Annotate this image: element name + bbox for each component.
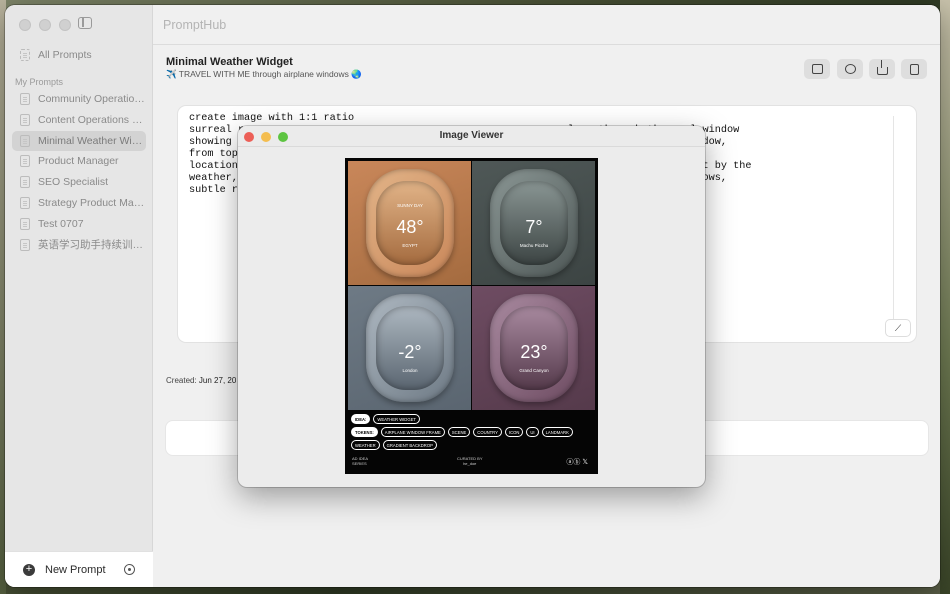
tag-heading: IDEA: [351,414,371,424]
document-icon [20,93,30,105]
sidebar-footer: + New Prompt [5,551,153,587]
minimize-button[interactable] [39,19,51,31]
airplane-window-frame: 23° Grand Canyon [490,294,578,402]
poster-tile: 48° EGYPT SUNNY DAY [348,161,471,285]
close-button[interactable] [19,19,31,31]
sidebar-item-prompt[interactable]: Strategy Product Man... [12,193,146,213]
grid-icon [20,49,30,61]
sidebar-item-label: Strategy Product Man... [38,197,146,209]
created-meta: Created: Jun 27, 20 [166,376,236,385]
sidebar-item-prompt[interactable]: Test 0707 [12,214,146,234]
image-viewer-window: Image Viewer 48° EGYPT SUNNY DAY 7° Machu Pi… [238,126,705,487]
location-text: London [402,368,418,373]
magic-wand-icon[interactable]: ⟋ [886,320,910,336]
tag-pill: ICON [504,427,524,437]
tag-pill: AIRPLANE WINDOW FRAME [380,427,445,437]
sidebar: All Prompts My Prompts Community Operati… [5,5,153,587]
window-scene: 48° EGYPT SUNNY DAY [376,181,444,265]
document-icon [20,197,30,209]
poster-tile: 7° Machu Picchu [472,161,595,285]
sidebar-item-label: Minimal Weather Wid... [38,134,146,147]
viewer-title: Image Viewer [439,130,504,141]
sidebar-item-label: 英语学习助手持续训练版 [38,239,146,252]
sidebar-item-label: SEO Specialist [38,176,109,189]
image-button[interactable] [804,59,830,79]
copy-button[interactable] [901,59,927,79]
toolbar-divider [153,44,940,45]
document-icon [20,134,30,147]
document-icon [20,238,30,251]
document-icon [20,113,30,126]
sidebar-item-prompt[interactable]: Minimal Weather Wid... [12,130,146,151]
app-title: PromptHub [163,18,227,32]
copy-icon [909,60,925,75]
tag-pill: COUNTRY [473,427,502,437]
airplane-window-frame: -2° London [366,294,454,402]
document-icon [20,176,30,189]
window-scene: 23° Grand Canyon [500,306,568,390]
created-label: Created: [166,376,197,385]
window-scene: 7° Machu Picchu [500,181,568,265]
tag-pill: WEATHER WIDGET [373,414,420,424]
temperature-text: 48° [396,217,424,237]
poster-tags: IDEA: WEATHER WIDGET TOKENS: AIRPLANE WINDO… [351,414,591,453]
temperature-text: 23° [520,342,548,362]
document-icon [20,155,30,168]
tag-row: IDEA: WEATHER WIDGET [351,414,591,424]
sidebar-item-label: All Prompts [38,49,92,61]
poster-tile: 23° Grand Canyon [472,286,595,410]
sidebar-toggle-icon[interactable] [78,17,92,29]
poster-image: 48° EGYPT SUNNY DAY 7° Machu Picchu -2° London… [345,158,598,474]
zoom-button[interactable] [59,19,71,31]
sidebar-item-prompt[interactable]: Community Operation... [12,89,146,109]
poster-tile: -2° London [348,286,471,410]
weather-condition-text: SUNNY DAY [397,203,423,208]
sidebar-item-label: Content Operations S... [38,113,146,126]
window-controls [19,19,71,31]
location-text: Grand Canyon [519,368,549,373]
sidebar-item-all-prompts[interactable]: All Prompts [12,45,146,65]
settings-icon[interactable] [124,564,135,575]
desktop-right-edge [940,0,950,594]
prompt-subtitle: ✈️ TRAVEL WITH ME through airplane windo… [166,69,362,79]
tag-heading: TOKENS: [351,427,378,437]
location-text: Machu Picchu [519,243,549,248]
image-icon [811,64,823,74]
sidebar-item-label: Product Manager [38,155,119,168]
temperature-text: 7° [525,217,543,237]
section-label-my-prompts: My Prompts [15,77,64,87]
tag-row: TOKENS: AIRPLANE WINDOW FRAME SCENE COUNTRY… [351,427,591,450]
poster-footer-left: AD IDEA SERIES [352,456,369,466]
sidebar-item-prompt[interactable]: SEO Specialist [12,172,146,192]
sidebar-item-prompt[interactable]: Content Operations S... [12,110,146,130]
prompt-title: Minimal Weather Widget [166,56,293,68]
tag-pill: UI [526,427,539,437]
window-scene: -2° London [376,306,444,390]
tag-pill: WEATHER [351,440,380,450]
tag-pill: SCENE [447,427,471,437]
share-button[interactable] [869,59,895,79]
airplane-window-frame: 7° Machu Picchu [490,169,578,277]
sidebar-item-label: Test 0707 [38,217,84,230]
temperature-text: -2° [398,342,422,362]
share-icon [876,59,888,75]
compass-icon [844,64,856,74]
viewer-titlebar: Image Viewer [238,126,705,147]
sidebar-item-label: Community Operation... [38,93,146,105]
tag-pill: LANDMARK [541,427,573,437]
tag-pill: GRADIENT BACKDROP [382,440,437,450]
editor-scrollbar[interactable] [893,116,894,321]
plus-icon: + [23,563,35,576]
poster-footer-center: CURATED BY he_doe [457,456,483,466]
document-icon [20,217,30,230]
explore-button[interactable] [837,59,863,79]
sidebar-item-prompt[interactable]: Product Manager [12,151,146,171]
new-prompt-button[interactable]: New Prompt [45,564,106,576]
created-value: Jun 27, 20 [198,376,237,385]
sidebar-item-prompt[interactable]: 英语学习助手持续训练版 [12,235,146,255]
location-text: EGYPT [402,243,418,248]
poster-social-icons: ⓐⓑ 𝕏 [566,459,588,466]
airplane-window-frame: 48° EGYPT SUNNY DAY [366,169,454,277]
